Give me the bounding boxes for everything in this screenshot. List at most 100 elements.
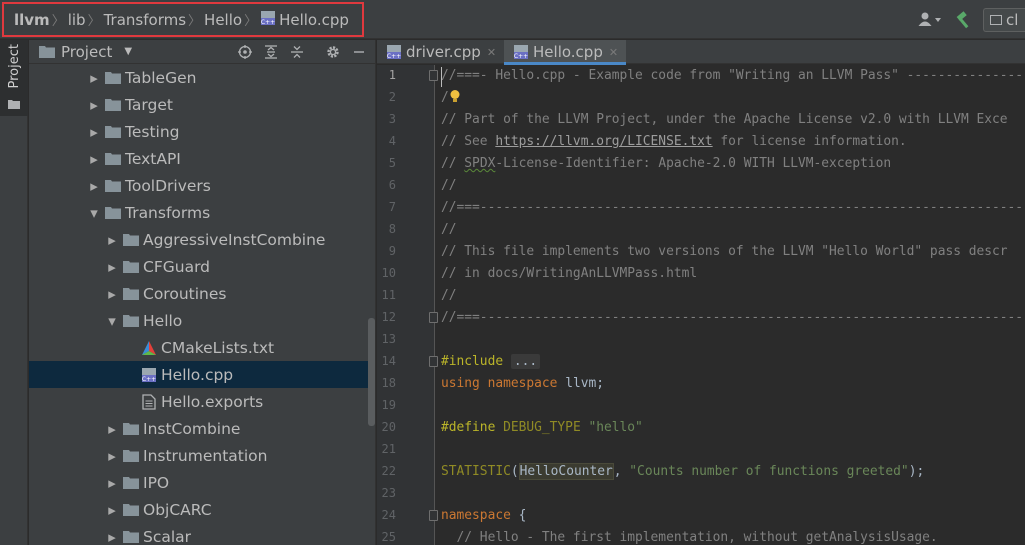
tree-folder[interactable]: ▸ CFGuard <box>29 253 375 280</box>
editor-gutter[interactable]: 1 2 3 4 5 6 7 8 9 10 11 12 13 14 18 19 20 21 22 23 24 25 <box>377 65 438 545</box>
code-area[interactable]: //===- Hello.cpp - Example code from "Wr… <box>441 65 1025 545</box>
tree-file[interactable]: Hello.exports <box>29 388 375 415</box>
lightbulb-icon[interactable] <box>449 87 463 109</box>
tree-item-label: Coroutines <box>143 284 227 303</box>
chevron-right-icon[interactable]: ▸ <box>87 69 101 87</box>
line-number: 21 <box>381 442 396 456</box>
line-number: 7 <box>388 200 396 214</box>
folder-icon <box>122 502 140 518</box>
tree-folder[interactable]: ▸ Instrumentation <box>29 442 375 469</box>
fold-marker-icon[interactable] <box>429 70 438 81</box>
line-number: 25 <box>381 530 396 544</box>
tab-driver-cpp[interactable]: C++ driver.cpp ✕ <box>377 40 504 64</box>
tree-item-label: AggressiveInstCombine <box>143 230 326 249</box>
tree-file[interactable]: C++ Hello.cpp <box>29 361 375 388</box>
folder-icon <box>104 97 122 113</box>
line-number: 4 <box>388 134 396 148</box>
tree-folder[interactable]: ▸ AggressiveInstCombine <box>29 226 375 253</box>
tab-hello-cpp[interactable]: C++ Hello.cpp ✕ <box>504 40 627 65</box>
folder-icon <box>104 178 122 194</box>
code-token: ... <box>510 354 541 369</box>
project-tool-window-tab[interactable]: Project <box>0 40 28 116</box>
breadcrumb-item-llvm[interactable]: llvm <box>14 11 50 29</box>
folder-icon <box>104 151 122 167</box>
chevron-right-icon[interactable]: ▸ <box>105 528 119 545</box>
navigation-bar: llvm 〉 lib 〉 Transforms 〉 Hello 〉 C++ He… <box>0 0 1025 39</box>
chevron-right-icon[interactable]: ▸ <box>105 258 119 276</box>
code-token: https://llvm.org/LICENSE.txt <box>495 134 713 149</box>
code-token: // <box>441 156 465 171</box>
code-line: // in docs/WritingAnLLVMPass.html <box>441 263 697 285</box>
fold-marker-icon[interactable] <box>429 510 438 521</box>
gear-icon[interactable] <box>320 41 346 63</box>
code-line: // <box>441 175 457 197</box>
cpp-file-icon: C++ <box>260 10 276 30</box>
chevron-right-icon[interactable]: ▸ <box>105 420 119 438</box>
code-token: #include <box>441 354 504 369</box>
chevron-right-icon[interactable]: ▸ <box>87 150 101 168</box>
tree-folder[interactable]: ▸ ToolDrivers <box>29 172 375 199</box>
locate-file-icon[interactable] <box>232 41 258 63</box>
project-panel-header: Project ▼ <box>29 40 375 64</box>
chevron-down-icon[interactable]: ▾ <box>87 204 101 222</box>
tree-file[interactable]: CMakeLists.txt <box>29 334 375 361</box>
run-config-icon <box>990 14 1002 26</box>
code-line: // Hello - The first implementation, wit… <box>441 527 938 545</box>
expand-all-icon[interactable] <box>258 41 284 63</box>
fold-marker-icon[interactable] <box>429 312 438 323</box>
code-line: using namespace llvm; <box>441 373 604 395</box>
code-token: // Hello - The first implementation, wit… <box>441 530 938 545</box>
tree-folder[interactable]: ▸ ObjCARC <box>29 496 375 523</box>
run-configuration-selector[interactable]: cl <box>983 7 1025 32</box>
line-number: 11 <box>381 288 396 302</box>
chevron-right-icon[interactable]: ▸ <box>105 447 119 465</box>
tree-folder[interactable]: ▸ TextAPI <box>29 145 375 172</box>
line-number: 22 <box>381 464 396 478</box>
chevron-down-icon[interactable]: ▾ <box>105 312 119 330</box>
folder-icon <box>8 94 20 113</box>
code-token: // See <box>441 134 496 149</box>
tree-folder[interactable]: ▸ InstCombine <box>29 415 375 442</box>
project-view-selector[interactable]: Project ▼ <box>39 43 132 61</box>
minimize-icon[interactable] <box>346 41 372 63</box>
code-token: //===-----------------------------------… <box>441 310 1024 325</box>
code-token: { <box>510 508 527 523</box>
breadcrumb-item-lib[interactable]: lib <box>68 11 86 29</box>
dropdown-caret-icon: ▼ <box>124 46 133 57</box>
code-token: STATISTIC <box>441 464 511 479</box>
code-token: , <box>613 464 630 479</box>
chevron-right-icon[interactable]: ▸ <box>105 231 119 249</box>
collapse-all-icon[interactable] <box>284 41 310 63</box>
chevron-right-icon[interactable]: ▸ <box>105 285 119 303</box>
tree-folder[interactable]: ▸ Testing <box>29 118 375 145</box>
tree-folder[interactable]: ▸ IPO <box>29 469 375 496</box>
close-icon[interactable]: ✕ <box>487 46 496 59</box>
line-number: 13 <box>381 332 396 346</box>
chevron-right-icon[interactable]: ▸ <box>87 177 101 195</box>
breadcrumb-item-file[interactable]: Hello.cpp <box>279 11 349 29</box>
tree-folder[interactable]: ▸ TableGen <box>29 64 375 91</box>
tree-folder[interactable]: ▾ Hello <box>29 307 375 334</box>
tree-folder[interactable]: ▸ Target <box>29 91 375 118</box>
tree-folder[interactable]: ▸ Coroutines <box>29 280 375 307</box>
line-number: 10 <box>381 266 396 280</box>
line-number: 6 <box>388 178 396 192</box>
chevron-right-icon[interactable]: ▸ <box>105 474 119 492</box>
code-token: // <box>441 178 457 193</box>
chevron-right-icon[interactable]: ▸ <box>87 123 101 141</box>
tree-folder[interactable]: ▾ Transforms <box>29 199 375 226</box>
build-hammer-icon[interactable] <box>953 10 975 30</box>
user-account-icon[interactable] <box>915 10 945 30</box>
project-panel: Project ▼ ▸ TableGen ▸ Target ▸ Testing ▸ TextA… <box>29 40 376 545</box>
line-number: 8 <box>388 222 396 236</box>
breadcrumb-item-hello[interactable]: Hello <box>204 11 242 29</box>
folder-icon <box>122 421 140 437</box>
breadcrumb-item-transforms[interactable]: Transforms <box>104 11 186 29</box>
tree-folder[interactable]: ▸ Scalar <box>29 523 375 545</box>
chevron-right-icon[interactable]: ▸ <box>105 501 119 519</box>
fold-marker-icon[interactable] <box>429 356 438 367</box>
close-icon[interactable]: ✕ <box>609 46 618 59</box>
chevron-right-icon[interactable]: ▸ <box>87 96 101 114</box>
code-line: namespace { <box>441 505 526 527</box>
